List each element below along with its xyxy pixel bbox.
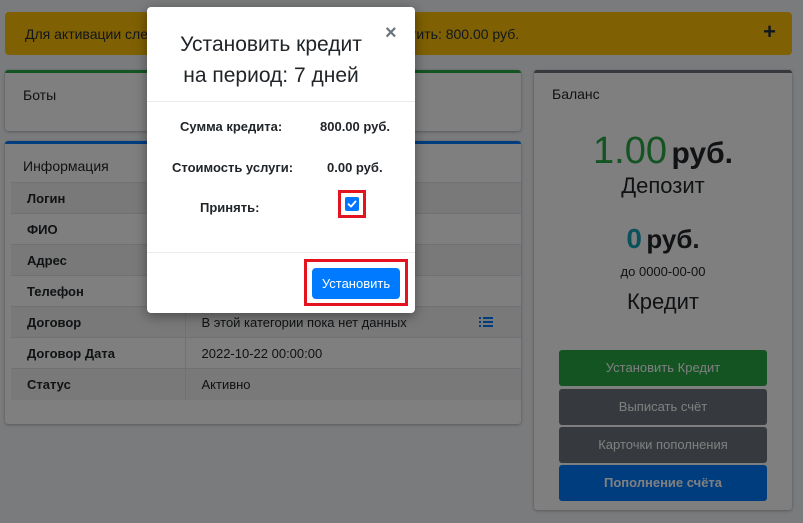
modal-footer-divider: [147, 252, 415, 253]
checkmark-icon: [347, 200, 357, 208]
set-button[interactable]: Установить: [312, 268, 400, 299]
accept-label: Принять:: [200, 200, 260, 215]
credit-sum-label: Сумма кредита:: [180, 119, 283, 134]
submit-button-highlight: Установить: [304, 259, 408, 306]
set-credit-modal: Установить кредит на период: 7 дней × Су…: [147, 7, 415, 313]
service-cost-label: Стоимость услуги:: [172, 160, 294, 175]
accept-checkbox[interactable]: [345, 197, 359, 211]
service-cost-value: 0.00 руб.: [327, 160, 383, 175]
modal-header-divider: [147, 101, 415, 102]
close-icon[interactable]: ×: [385, 23, 397, 43]
credit-sum-value: 800.00 руб.: [320, 119, 391, 134]
accept-checkbox-highlight: [338, 190, 366, 218]
modal-title: Установить кредит на период: 7 дней: [180, 33, 362, 87]
